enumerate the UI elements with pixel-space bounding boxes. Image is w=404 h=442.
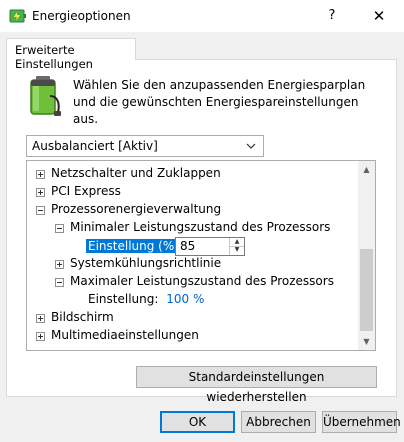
tree-item-min-processor-state[interactable]: Minimaler Leistungszustand des Prozessor…	[70, 219, 330, 236]
tree-item-multimedia[interactable]: Multimediaeinstellungen	[51, 327, 199, 344]
max-state-value-link[interactable]: 100 %	[166, 292, 204, 306]
close-button[interactable]: ✕	[362, 4, 396, 28]
scroll-down-icon[interactable]: ▼	[358, 333, 375, 350]
description-text: Wählen Sie den anzupassenden Energiespar…	[73, 78, 366, 126]
help-button[interactable]: ?	[318, 4, 346, 28]
power-plan-value: Ausbalanciert [Aktiv]	[32, 139, 158, 153]
vertical-scrollbar[interactable]: ▲ ▼	[358, 161, 375, 350]
expand-icon[interactable]	[55, 260, 64, 269]
min-state-spinner[interactable]: 85 ▲ ▼	[175, 237, 245, 256]
cancel-button[interactable]: Abbrechen	[241, 411, 316, 433]
collapse-icon[interactable]	[55, 224, 64, 233]
power-options-icon	[9, 9, 26, 23]
expand-icon[interactable]	[36, 332, 45, 341]
tree-item-max-processor-state[interactable]: Maximaler Leistungszustand des Prozessor…	[70, 273, 334, 290]
setting-label-max: Einstellung:	[88, 292, 159, 306]
settings-tree[interactable]: Netzschalter und Zuklappen PCI Express P…	[26, 160, 376, 351]
chevron-down-icon	[246, 143, 256, 149]
tree-item-bildschirm[interactable]: Bildschirm	[51, 309, 114, 326]
expand-icon[interactable]	[36, 314, 45, 323]
ok-button[interactable]: OK	[160, 411, 235, 433]
expand-icon[interactable]	[36, 170, 45, 179]
tab-label: Erweiterte Einstellungen	[15, 43, 93, 71]
tree-item-netzschalter[interactable]: Netzschalter und Zuklappen	[51, 165, 221, 182]
restore-defaults-button[interactable]: Standardeinstellungen wiederherstellen	[136, 366, 377, 404]
expand-icon[interactable]	[36, 188, 45, 197]
battery-icon	[30, 76, 61, 116]
collapse-icon[interactable]	[55, 278, 64, 287]
collapse-icon[interactable]	[36, 206, 45, 215]
min-state-value[interactable]: 85	[180, 239, 195, 253]
power-plan-dropdown[interactable]: Ausbalanciert [Aktiv]	[26, 135, 264, 157]
tree-item-pci-express[interactable]: PCI Express	[51, 183, 121, 200]
setting-label-min[interactable]: Einstellung (%):	[86, 239, 185, 253]
tab-advanced-settings[interactable]: Erweiterte Einstellungen	[6, 38, 136, 71]
apply-button[interactable]: Übernehmen	[322, 411, 401, 433]
tree-item-prozessorenergieverwaltung[interactable]: Prozessorenergieverwaltung	[51, 201, 221, 218]
scroll-thumb[interactable]	[360, 249, 373, 331]
window-title: Energieoptionen	[32, 9, 131, 23]
tree-item-systemkuehlung[interactable]: Systemkühlungsrichtlinie	[70, 255, 221, 272]
spin-down-icon[interactable]: ▼	[230, 246, 244, 254]
scroll-up-icon[interactable]: ▲	[358, 161, 375, 178]
